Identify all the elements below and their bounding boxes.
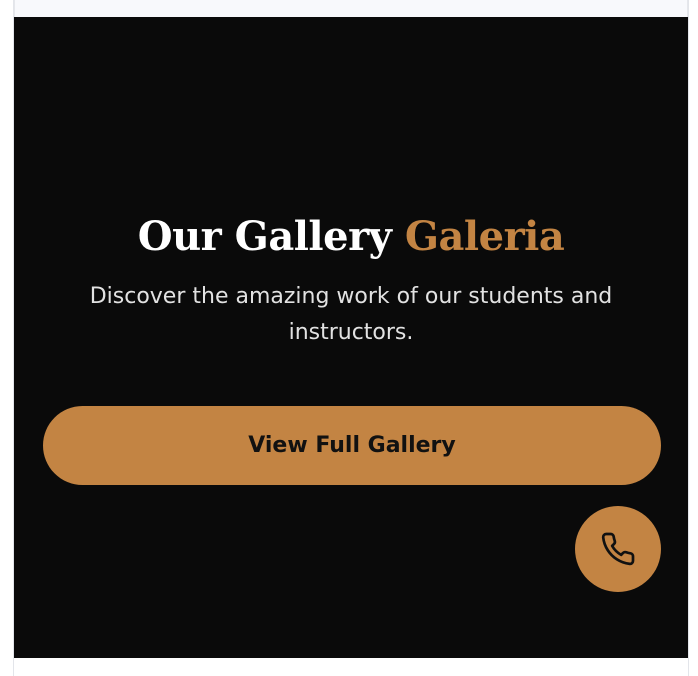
right-border-line: [688, 0, 689, 676]
call-button[interactable]: [575, 506, 661, 592]
gallery-title-main: Our Gallery: [137, 213, 392, 260]
view-full-gallery-button[interactable]: View Full Gallery: [43, 406, 661, 485]
gallery-section: Our Gallery Galeria Discover the amazing…: [14, 17, 688, 658]
gallery-subtitle: Discover the amazing work of our student…: [89, 284, 613, 345]
phone-icon: [601, 532, 635, 566]
top-page-strip: [14, 0, 688, 17]
gallery-title: Our Gallery Galeria: [14, 209, 688, 265]
gallery-title-accent: Galeria: [404, 213, 565, 260]
bottom-page-strip: [14, 658, 688, 676]
